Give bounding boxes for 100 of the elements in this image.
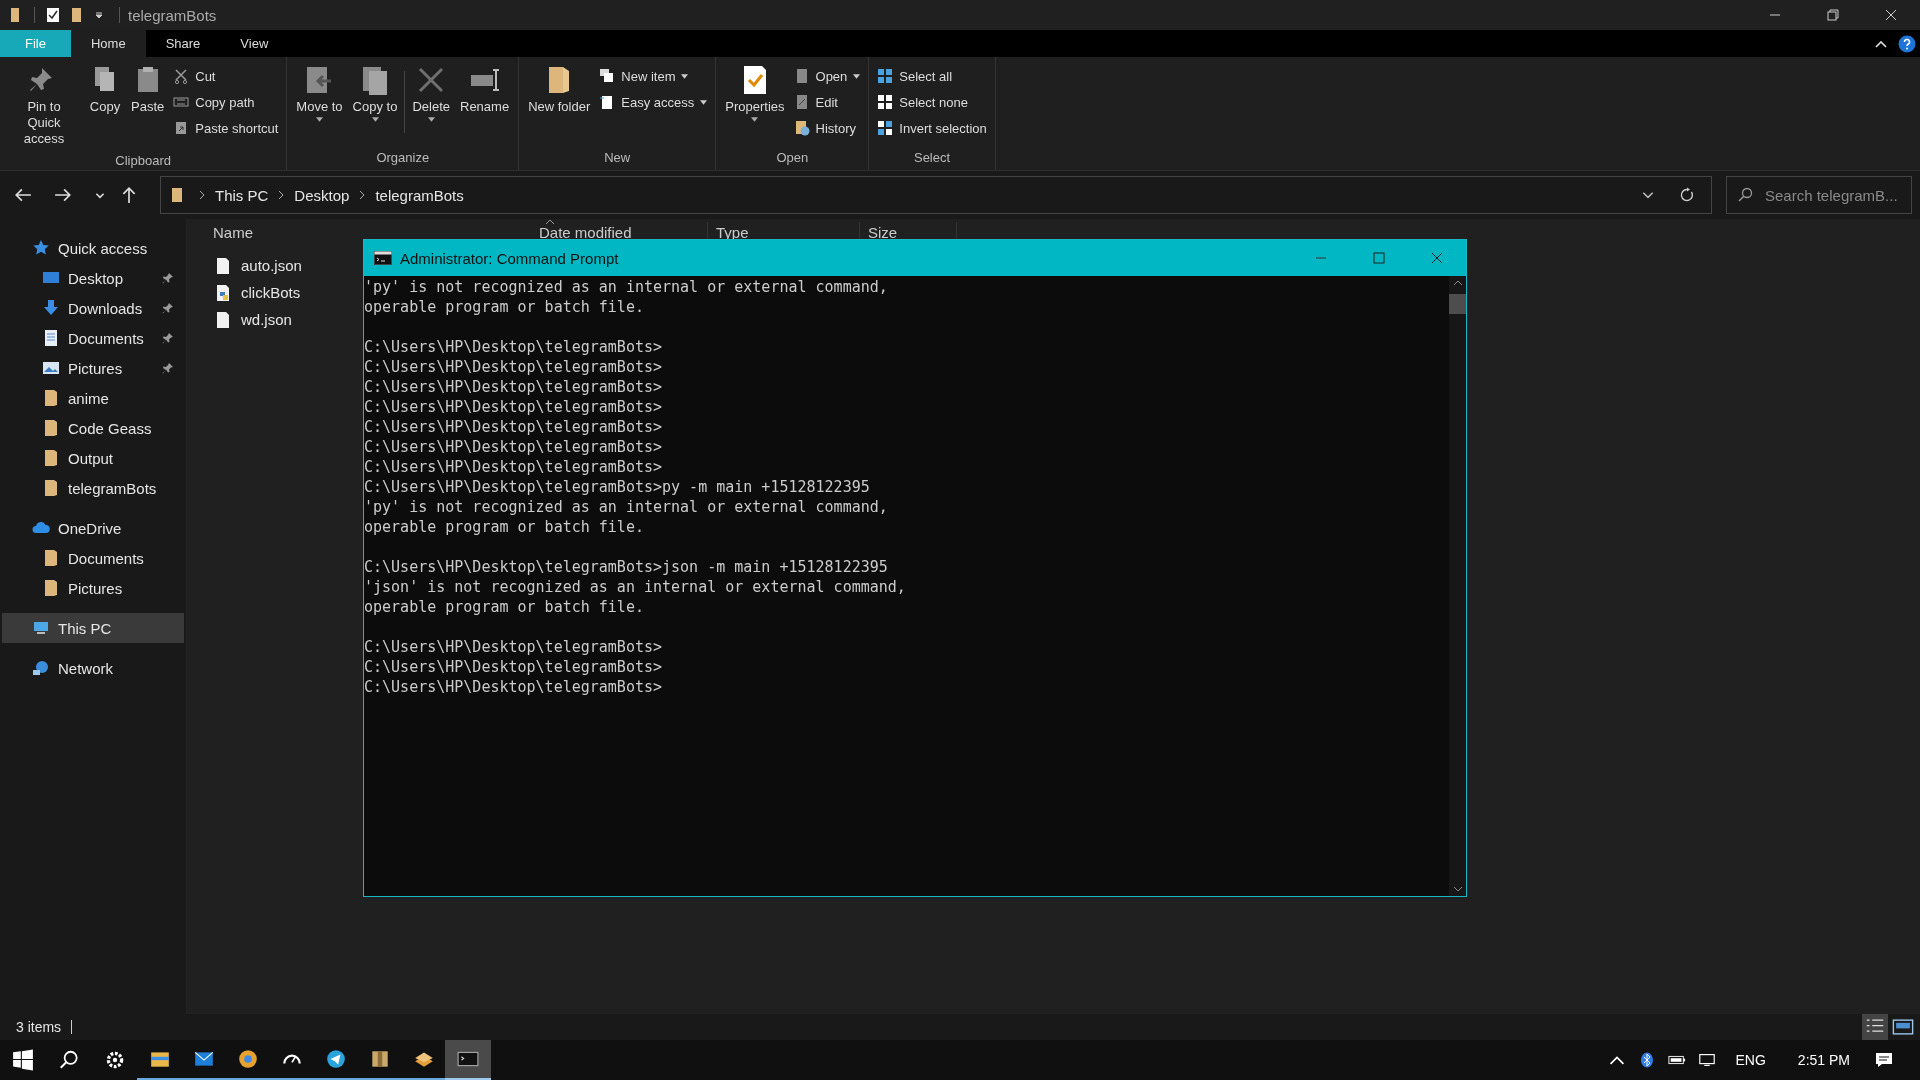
ribbon-button[interactable]: History xyxy=(793,118,865,138)
dropdown-arrow-icon xyxy=(316,117,323,122)
ribbon-button[interactable]: Invert selection xyxy=(877,118,991,138)
dropdown-arrow-icon xyxy=(853,73,861,79)
notification-icon[interactable] xyxy=(1874,1050,1894,1070)
pin-icon[interactable] xyxy=(162,362,174,374)
ribbon-button[interactable]: Easy access xyxy=(599,92,712,112)
pin-icon[interactable] xyxy=(162,332,174,344)
sort-caret-icon xyxy=(545,219,555,225)
breadcrumb[interactable]: Desktop xyxy=(294,186,350,204)
group-label: New xyxy=(604,149,631,167)
up-arrow-icon[interactable] xyxy=(120,186,138,204)
ribbon-button[interactable]: Properties xyxy=(720,61,790,124)
checkmark-icon[interactable] xyxy=(46,7,60,23)
clock[interactable]: 2:51 PM xyxy=(1797,1052,1850,1068)
ribbon-button[interactable]: New folder xyxy=(523,61,596,117)
nav-item[interactable]: Downloads xyxy=(2,293,184,323)
breadcrumb[interactable]: This PC xyxy=(215,186,269,204)
nav-item[interactable]: Desktop xyxy=(2,263,184,293)
console-line: C:\Users\HP\Desktop\telegramBots> xyxy=(364,677,662,697)
ribbon-button[interactable]: Move to xyxy=(291,61,348,124)
ribbon-button[interactable]: Open xyxy=(793,66,865,86)
ribbon-tab[interactable]: Share xyxy=(145,30,221,57)
nav-item[interactable]: OneDrive xyxy=(2,513,184,543)
scrollbar[interactable] xyxy=(1449,276,1466,896)
window-titlebar[interactable]: Administrator: Command Prompt xyxy=(364,240,1466,276)
column-header[interactable]: Name xyxy=(205,222,531,243)
nav-item[interactable]: Quick access xyxy=(2,233,184,263)
file-icon xyxy=(215,256,231,275)
collapse-ribbon-icon[interactable] xyxy=(1874,38,1888,49)
console-line: 'py' is not recognized as an internal or external command, xyxy=(364,497,888,517)
forward-arrow-icon[interactable] xyxy=(54,186,72,204)
ribbon-button[interactable]: Paste shortcut xyxy=(173,118,283,138)
file-item[interactable]: wd.json xyxy=(187,306,298,333)
address-bar[interactable]: This PC Desktop telegramBots xyxy=(160,176,1712,214)
chevron-right-icon xyxy=(278,190,285,200)
ribbon-tab[interactable]: View xyxy=(220,30,289,57)
console-line: operable program or batch file. xyxy=(364,517,644,537)
ribbon-button[interactable]: Delete xyxy=(407,61,455,124)
paper-plane-icon xyxy=(325,1048,347,1070)
close-icon xyxy=(1431,252,1443,264)
scroll-thumb[interactable] xyxy=(1449,294,1466,314)
nav-item[interactable]: Documents xyxy=(2,323,184,353)
ribbon-button[interactable]: Copy path xyxy=(173,92,283,112)
start-icon[interactable] xyxy=(12,1049,34,1071)
language-indicator[interactable]: ENG xyxy=(1735,1052,1766,1068)
nav-item[interactable]: Network xyxy=(2,653,184,683)
console-line: C:\Users\HP\Desktop\telegramBots> xyxy=(364,637,662,657)
ribbon-button[interactable]: Pin to Quick access xyxy=(4,61,84,149)
console-line: C:\Users\HP\Desktop\telegramBots>py -m main +15128122395 xyxy=(364,477,870,497)
ribbon-button[interactable]: Copy to xyxy=(347,61,403,124)
console-line: operable program or batch file. xyxy=(364,597,644,617)
scroll-up-icon[interactable] xyxy=(1452,280,1463,286)
ribbon-tab[interactable]: Home xyxy=(70,30,146,57)
search-icon[interactable] xyxy=(58,1049,80,1071)
folder-icon xyxy=(42,419,60,437)
folder-icon xyxy=(42,389,60,407)
python-file-icon xyxy=(215,283,231,302)
ribbon-button[interactable]: Paste xyxy=(126,61,170,117)
ribbon-button[interactable]: Edit xyxy=(793,92,865,112)
refresh-icon[interactable] xyxy=(1679,187,1695,203)
console-line: 'json' is not recognized as an internal or external command, xyxy=(364,577,906,597)
file-item[interactable]: auto.json xyxy=(187,252,308,279)
console-line: 'py' is not recognized as an internal or external command, xyxy=(364,277,888,297)
ribbon-button[interactable]: Select none xyxy=(877,92,991,112)
nav-item[interactable]: This PC xyxy=(2,613,184,643)
select-all-icon xyxy=(877,68,894,84)
ribbon-button[interactable]: Cut xyxy=(173,66,283,86)
back-arrow-icon[interactable] xyxy=(14,186,32,204)
file-item[interactable]: clickBots xyxy=(187,279,307,306)
details-view-icon[interactable] xyxy=(1862,1014,1888,1040)
gear-icon[interactable] xyxy=(104,1049,126,1071)
nav-item[interactable]: Pictures xyxy=(2,353,184,383)
ribbon-button[interactable]: New item xyxy=(599,66,712,86)
nav-item[interactable]: Pictures xyxy=(2,573,184,603)
pin-icon[interactable] xyxy=(162,302,174,314)
breadcrumb[interactable]: telegramBots xyxy=(375,186,464,204)
nav-item[interactable]: Code Geass xyxy=(2,413,184,443)
search-field[interactable]: Search telegramB... xyxy=(1726,176,1912,214)
scroll-down-icon[interactable] xyxy=(1452,886,1463,892)
console-line: C:\Users\HP\Desktop\telegramBots> xyxy=(364,657,662,677)
pin-icon[interactable] xyxy=(162,272,174,284)
help-icon[interactable] xyxy=(1898,34,1916,53)
nav-item[interactable]: anime xyxy=(2,383,184,413)
ribbon-button[interactable]: Copy xyxy=(84,61,126,117)
select-none-icon xyxy=(877,94,894,110)
taskbar-app[interactable] xyxy=(445,1040,491,1080)
ribbon-button[interactable]: Rename xyxy=(455,61,515,117)
nav-item[interactable]: Output xyxy=(2,443,184,473)
folder-icon xyxy=(42,479,60,497)
monitor-icon[interactable] xyxy=(1697,1052,1716,1068)
nav-item[interactable]: Documents xyxy=(2,543,184,573)
nav-item[interactable]: telegramBots xyxy=(2,473,184,503)
close-icon xyxy=(1885,9,1897,21)
restore-icon xyxy=(1827,9,1839,21)
group-label: Clipboard xyxy=(115,152,171,170)
ribbon-button[interactable]: Select all xyxy=(877,66,991,86)
window-title: Administrator: Command Prompt xyxy=(400,249,619,267)
folder-icon[interactable] xyxy=(70,7,84,23)
console-line: C:\Users\HP\Desktop\telegramBots> xyxy=(364,457,662,477)
